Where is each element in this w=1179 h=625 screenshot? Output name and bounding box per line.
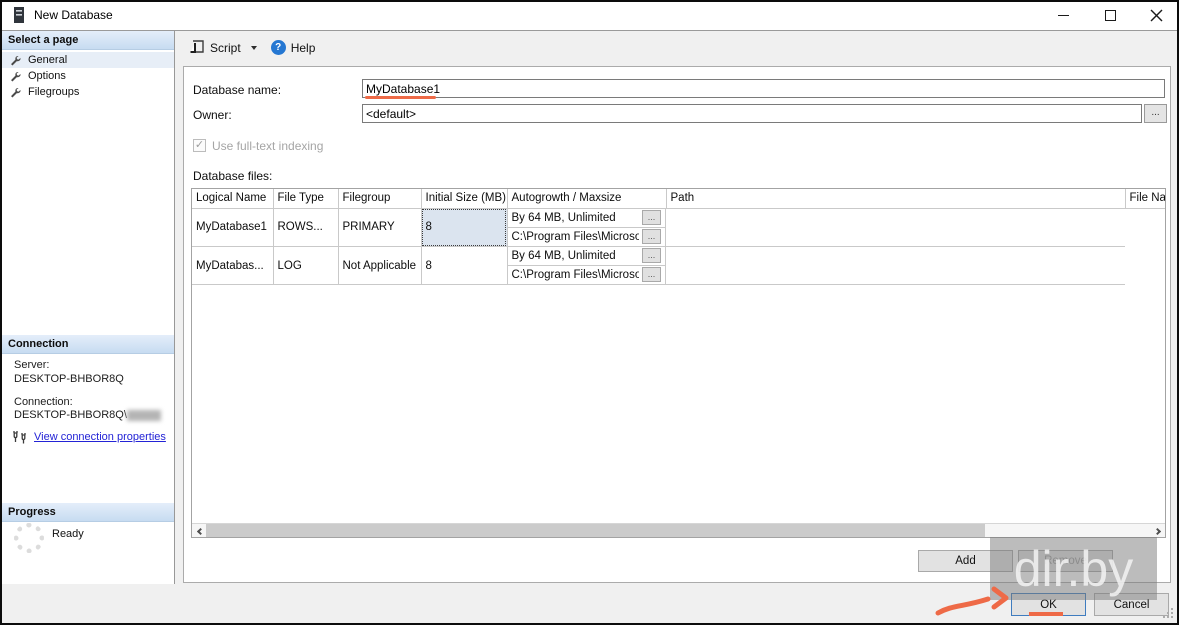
sidebar-item-options[interactable]: Options — [2, 68, 174, 84]
add-button[interactable]: Add — [918, 550, 1013, 572]
redacted-username — [127, 410, 161, 421]
sidebar-item-filegroups[interactable]: Filegroups — [2, 84, 174, 100]
progress-header: Progress — [2, 503, 174, 522]
progress-status: Ready — [52, 528, 84, 540]
column-header-file-name[interactable]: File Name — [1125, 189, 1165, 208]
wrench-icon — [10, 55, 21, 66]
resize-grip[interactable] — [1171, 616, 1173, 618]
close-button[interactable] — [1134, 1, 1179, 30]
cell-path[interactable]: C:\Program Files\Microsoft SQL Server\MS… — [508, 228, 667, 247]
cell-autogrowth[interactable]: By 64 MB, Unlimited... — [508, 209, 667, 228]
maximize-icon — [1105, 10, 1116, 21]
database-name-input[interactable] — [362, 79, 1165, 98]
database-window-icon — [13, 7, 26, 29]
help-button-label: Help — [291, 41, 316, 55]
sidebar: Select a page General Options Filegroups… — [2, 31, 175, 584]
autogrowth-browse-button[interactable]: ... — [642, 210, 661, 225]
cell-logical-name[interactable]: MyDatabas... — [192, 247, 273, 285]
new-database-dialog: New Database Select a page General Optio… — [0, 0, 1179, 625]
cell-file-type[interactable]: ROWS... — [273, 208, 338, 247]
sidebar-item-label: Filegroups — [28, 86, 79, 98]
scroll-right-button[interactable] — [1151, 524, 1165, 538]
path-browse-button[interactable]: ... — [642, 229, 661, 244]
column-header-filegroup[interactable]: Filegroup — [338, 189, 421, 208]
owner-input[interactable] — [362, 104, 1142, 123]
window-title: New Database — [34, 0, 113, 30]
horizontal-scrollbar — [192, 523, 1165, 537]
cell-logical-name[interactable]: MyDatabase1 — [192, 208, 273, 247]
wrench-icon — [10, 71, 21, 82]
cell-initial-size[interactable]: 8 — [421, 247, 507, 285]
column-header-file-type[interactable]: File Type — [273, 189, 338, 208]
help-button[interactable]: ? Help — [267, 36, 320, 59]
owner-browse-button[interactable]: ... — [1144, 104, 1167, 123]
cell-autogrowth[interactable]: By 64 MB, Unlimited... — [508, 247, 667, 266]
server-value: DESKTOP-BHBOR8Q — [14, 373, 124, 385]
chevron-right-icon — [1153, 527, 1160, 534]
fulltext-indexing-checkbox[interactable]: ✓ — [193, 139, 206, 152]
minimize-icon — [1058, 15, 1069, 16]
connection-header: Connection — [2, 335, 174, 354]
scrollbar-thumb[interactable] — [206, 524, 985, 538]
table-row: MyDatabase1 ROWS... PRIMARY 8 By 64 MB, … — [192, 208, 1165, 247]
view-connection-properties-row: View connection properties — [11, 430, 166, 444]
cell-initial-size[interactable]: 8 — [421, 208, 507, 247]
sidebar-item-label: General — [28, 54, 67, 66]
server-label: Server: — [14, 359, 49, 371]
owner-label: Owner: — [193, 108, 232, 122]
cell-file-type[interactable]: LOG — [273, 247, 338, 285]
cell-file-name[interactable] — [666, 247, 1125, 285]
cancel-button[interactable]: Cancel — [1094, 593, 1169, 616]
table-row: MyDatabas... LOG Not Applicable 8 By 64 … — [192, 247, 1165, 285]
footer-bar — [2, 584, 1177, 623]
script-icon — [189, 40, 205, 55]
script-button-label: Script — [210, 41, 241, 55]
sidebar-item-general[interactable]: General — [2, 52, 174, 68]
database-name-label: Database name: — [193, 83, 281, 97]
chevron-down-icon — [251, 46, 257, 50]
wrench-icon — [10, 87, 21, 98]
table-header-row: Logical Name File Type Filegroup Initial… — [192, 189, 1165, 208]
select-page-header: Select a page — [2, 31, 174, 50]
maximize-button[interactable] — [1088, 1, 1133, 30]
database-files-label: Database files: — [193, 169, 272, 183]
column-header-autogrowth[interactable]: Autogrowth / Maxsize — [507, 189, 666, 208]
cell-file-name[interactable] — [666, 208, 1125, 247]
connection-label: Connection: — [14, 396, 73, 408]
script-dropdown-button[interactable] — [245, 42, 263, 54]
cell-filegroup[interactable]: Not Applicable — [338, 247, 421, 285]
ok-button[interactable]: OK — [1011, 593, 1086, 616]
autogrowth-browse-button[interactable]: ... — [642, 248, 661, 263]
close-icon — [1150, 9, 1163, 22]
toolbar: Script ? Help — [176, 31, 1177, 64]
cell-filegroup[interactable]: PRIMARY — [338, 208, 421, 247]
progress-spinner-icon — [14, 523, 44, 553]
connection-value: DESKTOP-BHBOR8Q\ — [14, 409, 161, 421]
script-button[interactable]: Script — [185, 36, 245, 59]
column-header-initial-size[interactable]: Initial Size (MB) — [421, 189, 507, 208]
titlebar: New Database — [0, 0, 1179, 31]
cell-path[interactable]: C:\Program Files\Microsoft SQL Server\MS… — [508, 266, 667, 285]
view-connection-properties-link[interactable]: View connection properties — [34, 431, 166, 443]
chevron-left-icon — [196, 527, 203, 534]
general-page-panel: Database name: Owner: ... ✓ Use full-tex… — [183, 66, 1171, 583]
scroll-left-button[interactable] — [192, 524, 206, 538]
database-files-grid: Logical Name File Type Filegroup Initial… — [191, 188, 1166, 538]
remove-button[interactable]: Remove — [1018, 550, 1113, 572]
column-header-logical-name[interactable]: Logical Name — [192, 189, 273, 208]
help-icon: ? — [271, 40, 286, 55]
database-files-table: Logical Name File Type Filegroup Initial… — [192, 189, 1165, 285]
minimize-button[interactable] — [1041, 1, 1086, 30]
connection-properties-icon — [11, 430, 27, 444]
path-browse-button[interactable]: ... — [642, 267, 661, 282]
column-header-path[interactable]: Path — [666, 189, 1125, 208]
fulltext-indexing-label: Use full-text indexing — [212, 139, 323, 153]
check-icon: ✓ — [195, 139, 204, 151]
sidebar-item-label: Options — [28, 70, 66, 82]
